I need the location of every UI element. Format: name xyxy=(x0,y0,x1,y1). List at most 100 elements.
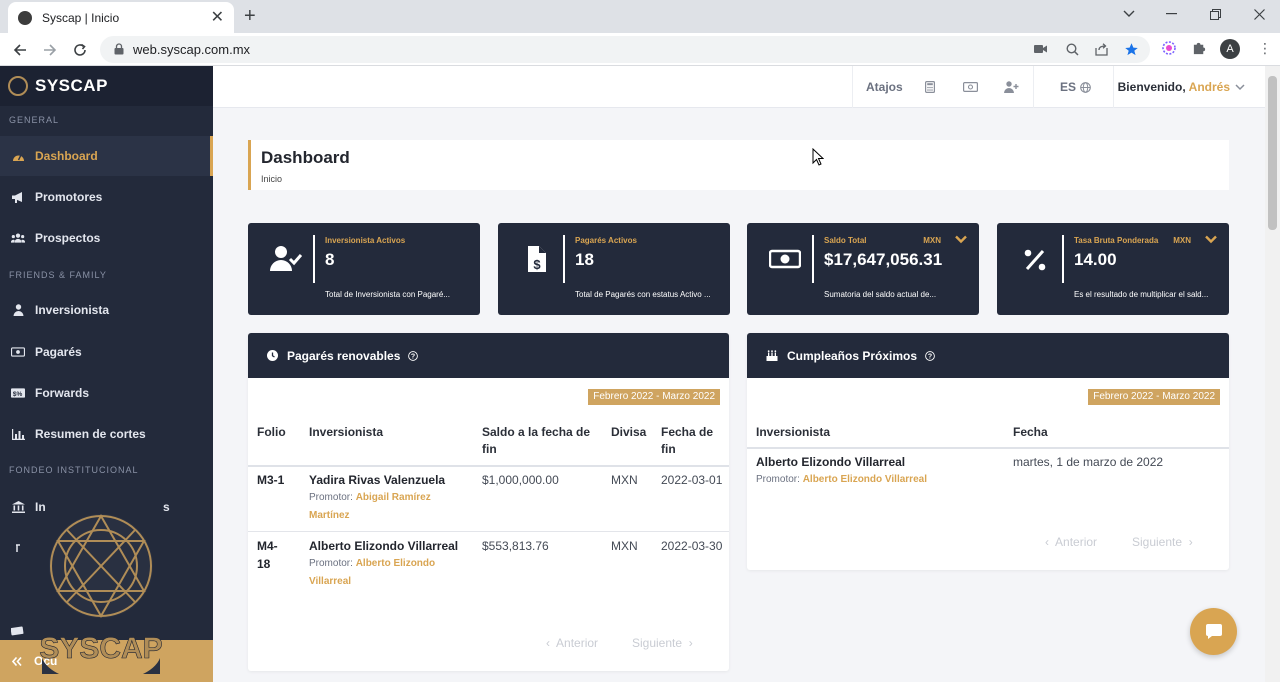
stat-value: $17,647,056.31 xyxy=(824,250,943,269)
chevron-down-icon xyxy=(1235,83,1245,91)
sidebar-item-pagares[interactable]: Pagarés xyxy=(0,332,213,372)
panel-title: Pagarés renovables xyxy=(287,348,401,363)
users-icon xyxy=(11,231,25,245)
zoom-icon[interactable] xyxy=(1066,43,1079,56)
syscap-watermark-logo: SYSCAP xyxy=(39,513,163,674)
help-icon[interactable]: ? xyxy=(408,350,419,361)
calculator-icon[interactable] xyxy=(925,66,935,108)
money-icon xyxy=(11,624,25,638)
gauge-icon xyxy=(11,149,25,163)
svg-text:$: $ xyxy=(533,257,541,272)
stat-card-tasa-bruta: Tasa Bruta Ponderada MXN 14.00 Es el res… xyxy=(997,223,1229,315)
forward-icon[interactable] xyxy=(39,39,61,61)
cell-divisa: MXN xyxy=(611,473,638,487)
stat-label: Pagarés Activos xyxy=(575,236,637,245)
chevron-down-icon[interactable] xyxy=(1205,235,1217,244)
breadcrumb[interactable]: Inicio xyxy=(261,174,282,184)
page-scrollbar[interactable] xyxy=(1265,66,1280,682)
cell-promotor: Promotor: Alberto Elizondo Villarreal xyxy=(756,474,927,485)
money-bill-icon xyxy=(769,249,801,269)
share-icon[interactable] xyxy=(1095,43,1109,56)
sidebar-item-forwards[interactable]: $% Forwards xyxy=(0,373,213,413)
chevron-left-icon: ‹ xyxy=(546,636,550,650)
money-bill-icon[interactable] xyxy=(963,66,978,108)
browser-tab-bar: Syscap | Inicio ✕ + xyxy=(0,0,1280,33)
stat-card-inversionistas: Inversionista Activos 8 Total de Inversi… xyxy=(248,223,480,315)
extension-icon[interactable] xyxy=(1161,40,1177,56)
back-icon[interactable] xyxy=(9,39,31,61)
column-header[interactable]: Fecha xyxy=(1013,424,1048,441)
sidebar-item-dashboard[interactable]: Dashboard xyxy=(0,136,213,176)
column-header[interactable]: Folio xyxy=(257,424,286,441)
sidebar-item-promotores[interactable]: Promotores xyxy=(0,177,213,217)
add-user-icon[interactable] xyxy=(1004,66,1019,108)
sidebar-item-prospectos[interactable]: Prospectos xyxy=(0,218,213,258)
profile-avatar[interactable]: A xyxy=(1220,39,1240,59)
minimize-icon[interactable] xyxy=(1158,0,1184,28)
address-bar[interactable]: web.syscap.com.mx xyxy=(100,36,1150,63)
svg-text:?: ? xyxy=(411,353,415,360)
clock-icon xyxy=(267,350,278,361)
sidebar-item-label: Pagarés xyxy=(35,345,82,359)
user-menu[interactable]: Bienvenido, Andrés xyxy=(1118,66,1245,108)
chat-button[interactable] xyxy=(1190,608,1237,655)
page-header: Dashboard Inicio xyxy=(248,140,1229,190)
panel-header: Pagarés renovables ? xyxy=(248,333,729,378)
chevron-down-icon[interactable] xyxy=(955,235,967,244)
promotor-link[interactable]: Alberto Elizondo Villarreal xyxy=(803,474,927,485)
mouse-cursor-icon xyxy=(812,148,824,166)
column-header[interactable]: Inversionista xyxy=(309,424,383,441)
tab-title: Syscap | Inicio xyxy=(42,10,120,25)
close-tab-icon[interactable]: ✕ xyxy=(211,9,224,26)
sidebar-item-inversionista[interactable]: Inversionista xyxy=(0,290,213,330)
pagination-next[interactable]: Siguiente › xyxy=(632,636,693,650)
column-header[interactable]: Divisa xyxy=(611,424,646,441)
chevron-left-icon: ‹ xyxy=(1045,535,1049,549)
cell-folio: M4-18 xyxy=(257,539,278,571)
column-header[interactable]: Fecha de fin xyxy=(661,424,725,458)
brand-name: SYSCAP xyxy=(35,76,108,95)
language-label: ES xyxy=(1060,80,1077,94)
camera-icon[interactable] xyxy=(1034,44,1048,54)
bank-icon xyxy=(11,500,25,514)
favicon-icon xyxy=(18,10,32,25)
column-header[interactable]: Inversionista xyxy=(756,424,830,441)
column-header[interactable]: Saldo a la fecha de fin xyxy=(482,424,600,458)
browser-tab[interactable]: Syscap | Inicio ✕ xyxy=(8,2,234,33)
bookmark-star-icon[interactable] xyxy=(1124,42,1139,57)
restore-icon[interactable] xyxy=(1202,0,1228,28)
pagination-previous[interactable]: ‹ Anterior xyxy=(1045,535,1097,549)
extensions-puzzle-icon[interactable] xyxy=(1192,40,1207,55)
panel-pagares-renovables: Pagarés renovables ? Febrero 2022 - Marz… xyxy=(248,333,729,671)
stat-label: Saldo Total xyxy=(824,236,867,245)
cell-inversionista: Alberto Elizondo Villarreal xyxy=(756,455,906,469)
browser-menu-icon[interactable]: ⋮ xyxy=(1258,41,1272,55)
pagination-previous[interactable]: ‹ Anterior xyxy=(546,636,598,650)
user-icon xyxy=(11,303,25,317)
sidebar-item-resumen-de-cortes[interactable]: Resumen de cortes xyxy=(0,414,213,454)
currency-label: MXN xyxy=(923,236,941,245)
section-fondeo-institucional: FONDEO INSTITUCIONAL xyxy=(9,465,139,475)
sidebar-item-label: Prospectos xyxy=(35,231,101,245)
cell-fecha: 2022-03-01 xyxy=(661,473,723,487)
stat-value: 14.00 xyxy=(1074,250,1117,269)
new-tab-icon[interactable]: + xyxy=(244,5,256,28)
reload-icon[interactable] xyxy=(69,39,91,61)
welcome-text: Bienvenido, xyxy=(1117,80,1186,94)
tab-search-icon[interactable] xyxy=(1116,0,1142,28)
panel-cumpleanos-proximos: Cumpleaños Próximos ? Febrero 2022 - Mar… xyxy=(747,333,1229,570)
svg-text:?: ? xyxy=(928,353,932,360)
scrollbar-thumb[interactable] xyxy=(1268,76,1277,230)
language-selector[interactable]: ES xyxy=(1060,66,1091,108)
shortcuts-label[interactable]: Atajos xyxy=(866,66,903,108)
stat-card-pagares: $ Pagarés Activos 18 Total de Pagarés co… xyxy=(498,223,730,315)
stat-description: Total de Pagarés con estatus Activo ... xyxy=(575,290,711,299)
chat-icon xyxy=(1205,624,1222,639)
brand-header[interactable]: SYSCAP xyxy=(0,66,213,106)
user-name: Andrés xyxy=(1188,80,1230,94)
file-invoice-dollar-icon: $ xyxy=(528,246,546,272)
pagination-next[interactable]: Siguiente › xyxy=(1132,535,1193,549)
close-window-icon[interactable] xyxy=(1246,0,1272,28)
partial-icon xyxy=(11,541,25,555)
help-icon[interactable]: ? xyxy=(925,350,935,361)
